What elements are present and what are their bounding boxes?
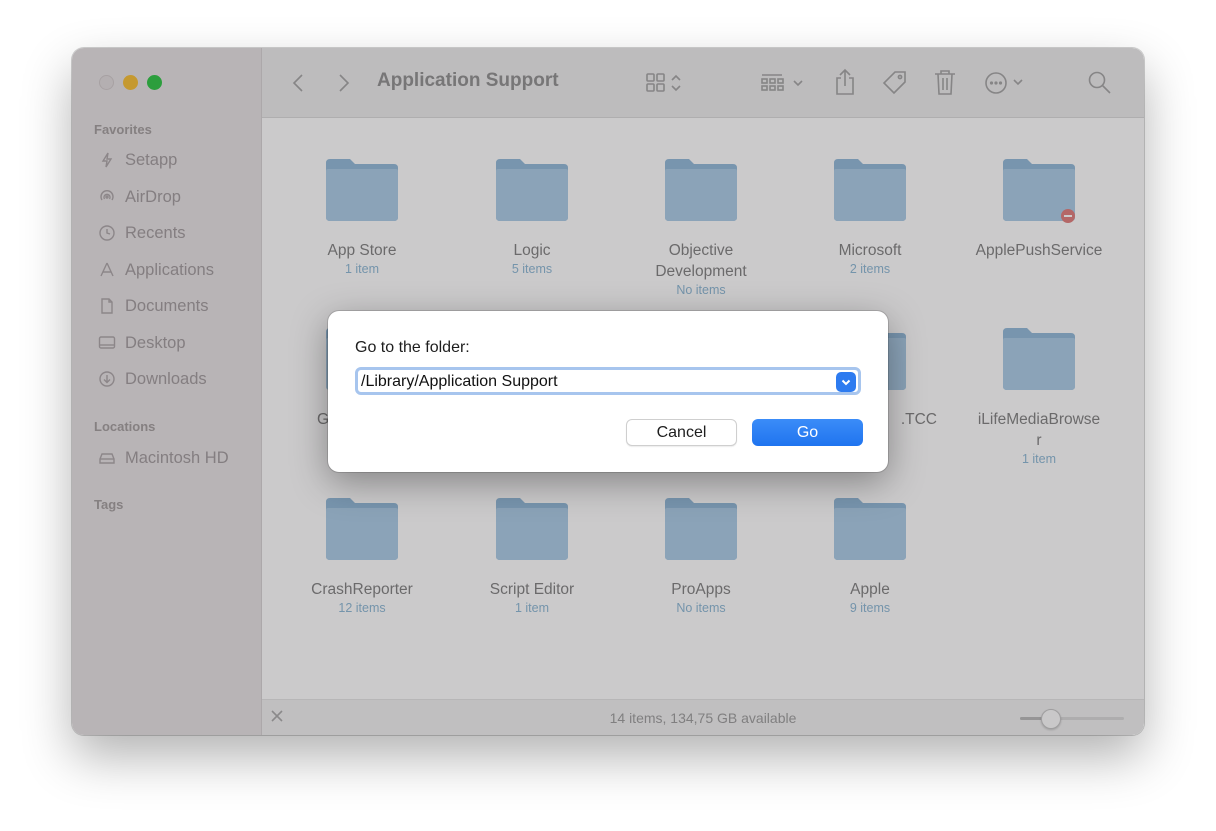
go-button[interactable]: Go xyxy=(752,419,863,446)
chevron-down-icon xyxy=(841,379,851,386)
folder-path-field xyxy=(355,367,861,395)
path-history-dropdown[interactable] xyxy=(836,372,856,392)
folder-path-input[interactable] xyxy=(361,371,831,393)
cancel-button[interactable]: Cancel xyxy=(626,419,737,446)
dialog-label: Go to the folder: xyxy=(355,339,470,356)
go-to-folder-dialog: Go to the folder: Cancel Go xyxy=(328,311,888,472)
